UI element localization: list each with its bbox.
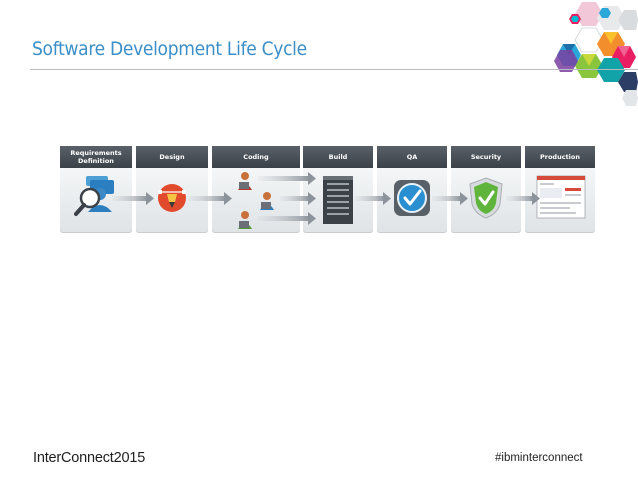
arrow-build-qa [355, 192, 391, 205]
arrow-qa-security [432, 192, 468, 205]
brand-year: 2015 [113, 450, 146, 466]
hashtag: #ibminterconnect [495, 452, 583, 464]
arrow-coding-build-bottom [258, 212, 316, 225]
flow-arrows [112, 172, 540, 225]
brand-logo: InterConnect2015 [33, 450, 145, 466]
arrow-design-coding [188, 192, 232, 205]
arrow-coding-build-top [258, 172, 316, 185]
brand-name: InterConnect [33, 450, 114, 466]
arrow-security-production [506, 192, 540, 205]
arrow-req-design [112, 192, 154, 205]
arrow-coding-build-mid [280, 192, 316, 205]
